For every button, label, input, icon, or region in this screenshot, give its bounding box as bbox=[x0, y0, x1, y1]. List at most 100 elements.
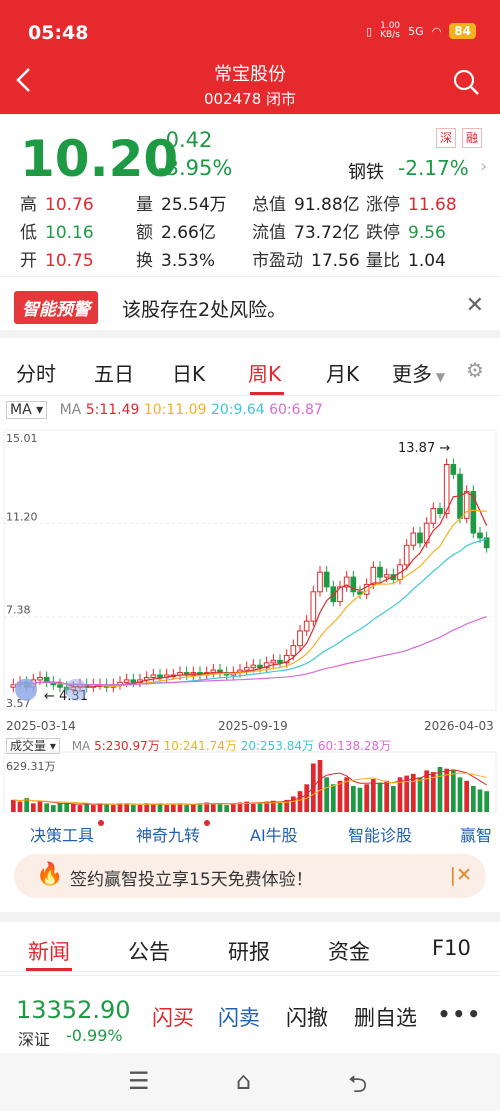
tab-daily-k[interactable]: 日K bbox=[172, 358, 205, 387]
volume-bar bbox=[384, 780, 389, 812]
candle bbox=[250, 664, 257, 669]
candle bbox=[123, 679, 130, 683]
volume-bar bbox=[51, 805, 56, 812]
tab-announcement[interactable]: 公告 bbox=[128, 936, 170, 966]
candle bbox=[297, 630, 303, 647]
candle bbox=[210, 669, 217, 674]
app-header: 常宝股份 002478 闭市 bbox=[0, 52, 500, 114]
kline-chart[interactable]: 15.0111.207.383.5713.87 →← 4.312025-03-1… bbox=[0, 420, 500, 736]
candle bbox=[370, 566, 377, 585]
volume-bar bbox=[391, 786, 396, 812]
ma10-value: 10:11.09 bbox=[143, 402, 207, 418]
remove-watchlist-button[interactable]: 删自选 bbox=[354, 1002, 417, 1032]
tab-fund[interactable]: 资金 bbox=[328, 936, 370, 966]
tool-decision[interactable]: 决策工具 bbox=[30, 822, 94, 846]
home-icon[interactable]: ⌂ bbox=[236, 1067, 251, 1095]
volume-chart[interactable]: 629.31万 bbox=[0, 750, 500, 814]
promo-banner[interactable]: 🔥 签约赢智投立享15天免费体验！ |✕ bbox=[14, 854, 486, 898]
index-name: 深证 bbox=[18, 1030, 51, 1049]
tab-more[interactable]: 更多 ▼ bbox=[392, 358, 445, 387]
tab-five-day[interactable]: 五日 bbox=[94, 358, 134, 387]
high-price-label: 13.87 → bbox=[398, 441, 450, 456]
volume-bar bbox=[184, 805, 189, 812]
last-price: 10.20 bbox=[20, 130, 179, 188]
quote-field: 量比 1.04 bbox=[366, 246, 446, 271]
tab-news[interactable]: 新闻 bbox=[28, 936, 70, 966]
ma20-line bbox=[13, 538, 487, 686]
quote-field-label: 换 bbox=[136, 251, 153, 271]
volume-bar bbox=[417, 777, 423, 812]
candle bbox=[270, 659, 277, 664]
volume-bar bbox=[31, 803, 36, 812]
clock: 05:48 bbox=[28, 22, 89, 44]
volume-bar bbox=[57, 803, 63, 812]
close-icon[interactable]: ✕ bbox=[466, 293, 484, 318]
quote-field-label: 量比 bbox=[366, 251, 400, 271]
caret-down-icon: ▼ bbox=[432, 370, 446, 384]
quick-sell-button[interactable]: 闪卖 bbox=[218, 1002, 260, 1032]
quick-buy-button[interactable]: 闪买 bbox=[152, 1002, 194, 1032]
alert-badge: 智能预警 bbox=[14, 291, 98, 324]
volume-bar bbox=[377, 782, 383, 812]
index-value[interactable]: 13352.90 bbox=[16, 996, 131, 1024]
tool-magic-nine[interactable]: 神奇九转 bbox=[136, 822, 200, 846]
volume-bar bbox=[217, 804, 223, 812]
quick-cancel-button[interactable]: 闪撤 bbox=[286, 1002, 328, 1032]
search-icon[interactable] bbox=[452, 68, 480, 96]
volume-bar bbox=[71, 804, 76, 812]
quote-field-label: 量 bbox=[136, 195, 153, 215]
candle bbox=[430, 508, 437, 524]
quote-field-label: 高 bbox=[20, 195, 37, 215]
chevron-right-icon[interactable]: › bbox=[480, 156, 487, 177]
system-nav-bar: ☰ ⌂ ⮌ bbox=[0, 1053, 500, 1111]
fire-icon: 🔥 bbox=[36, 862, 64, 887]
stock-code-status: 002478 闭市 bbox=[203, 90, 297, 108]
volume-bar bbox=[471, 786, 476, 812]
margin-tag: 融 bbox=[462, 128, 482, 148]
candle bbox=[257, 664, 263, 669]
indicator-select[interactable]: MA ▾ bbox=[6, 401, 48, 419]
close-icon[interactable]: |✕ bbox=[450, 864, 472, 886]
quote-field-label: 市盈动 bbox=[252, 251, 303, 271]
quote-field-value: 9.56 bbox=[408, 223, 446, 243]
volume-bar bbox=[171, 804, 176, 812]
quote-field-label: 低 bbox=[20, 223, 37, 243]
price-change-pct: -3.95% bbox=[158, 156, 233, 180]
promo-text: 签约赢智投立享15天免费体验！ bbox=[70, 870, 313, 890]
quote-field: 低 10.16 bbox=[20, 218, 94, 243]
gear-icon[interactable]: ⚙ bbox=[466, 358, 484, 382]
quote-field-value: 10.76 bbox=[45, 195, 94, 215]
risk-alert-banner[interactable]: 智能预警 该股存在2处风险。 ✕ bbox=[0, 276, 500, 338]
tool-ai-stock[interactable]: AI牛股 bbox=[250, 822, 298, 846]
network-type: 5G bbox=[408, 24, 424, 38]
volume-bar bbox=[484, 791, 489, 812]
tool-diagnosis[interactable]: 智能诊股 bbox=[348, 822, 412, 846]
wifi-icon: ◠ bbox=[431, 24, 442, 38]
volume-bar bbox=[11, 799, 16, 812]
volume-bar bbox=[351, 786, 356, 812]
candle bbox=[290, 645, 297, 656]
quote-field: 跌停 9.56 bbox=[366, 218, 446, 243]
indicator-select-label: MA bbox=[10, 402, 32, 418]
menu-icon[interactable]: ☰ bbox=[128, 1067, 150, 1095]
chart-frame bbox=[3, 429, 497, 711]
volume-bar bbox=[191, 804, 196, 812]
more-button[interactable]: ••• bbox=[438, 1002, 482, 1026]
tab-research[interactable]: 研报 bbox=[228, 936, 270, 966]
volume-bar bbox=[451, 770, 456, 812]
tab-weekly-k[interactable]: 周K bbox=[248, 358, 281, 387]
volume-bar bbox=[124, 803, 129, 812]
back-nav-icon[interactable]: ⮌ bbox=[348, 1067, 367, 1108]
tab-monthly-k[interactable]: 月K bbox=[326, 358, 359, 387]
candle bbox=[323, 571, 330, 588]
bottom-action-bar: 13352.90 深证 -0.99% 闪买 闪卖 闪撤 删自选 ••• bbox=[0, 975, 500, 1053]
volume-bar bbox=[424, 770, 429, 812]
tab-f10[interactable]: F10 bbox=[432, 936, 471, 960]
tool-yingzhi[interactable]: 赢智 bbox=[460, 822, 492, 846]
volume-bar bbox=[151, 804, 156, 812]
quote-field-label: 跌停 bbox=[366, 223, 400, 243]
tab-intraday[interactable]: 分时 bbox=[16, 358, 56, 387]
x-tick-label: 2025-03-14 bbox=[6, 719, 76, 733]
scroll-left-icon bbox=[15, 678, 37, 701]
industry-name[interactable]: 钢铁 bbox=[348, 158, 384, 184]
